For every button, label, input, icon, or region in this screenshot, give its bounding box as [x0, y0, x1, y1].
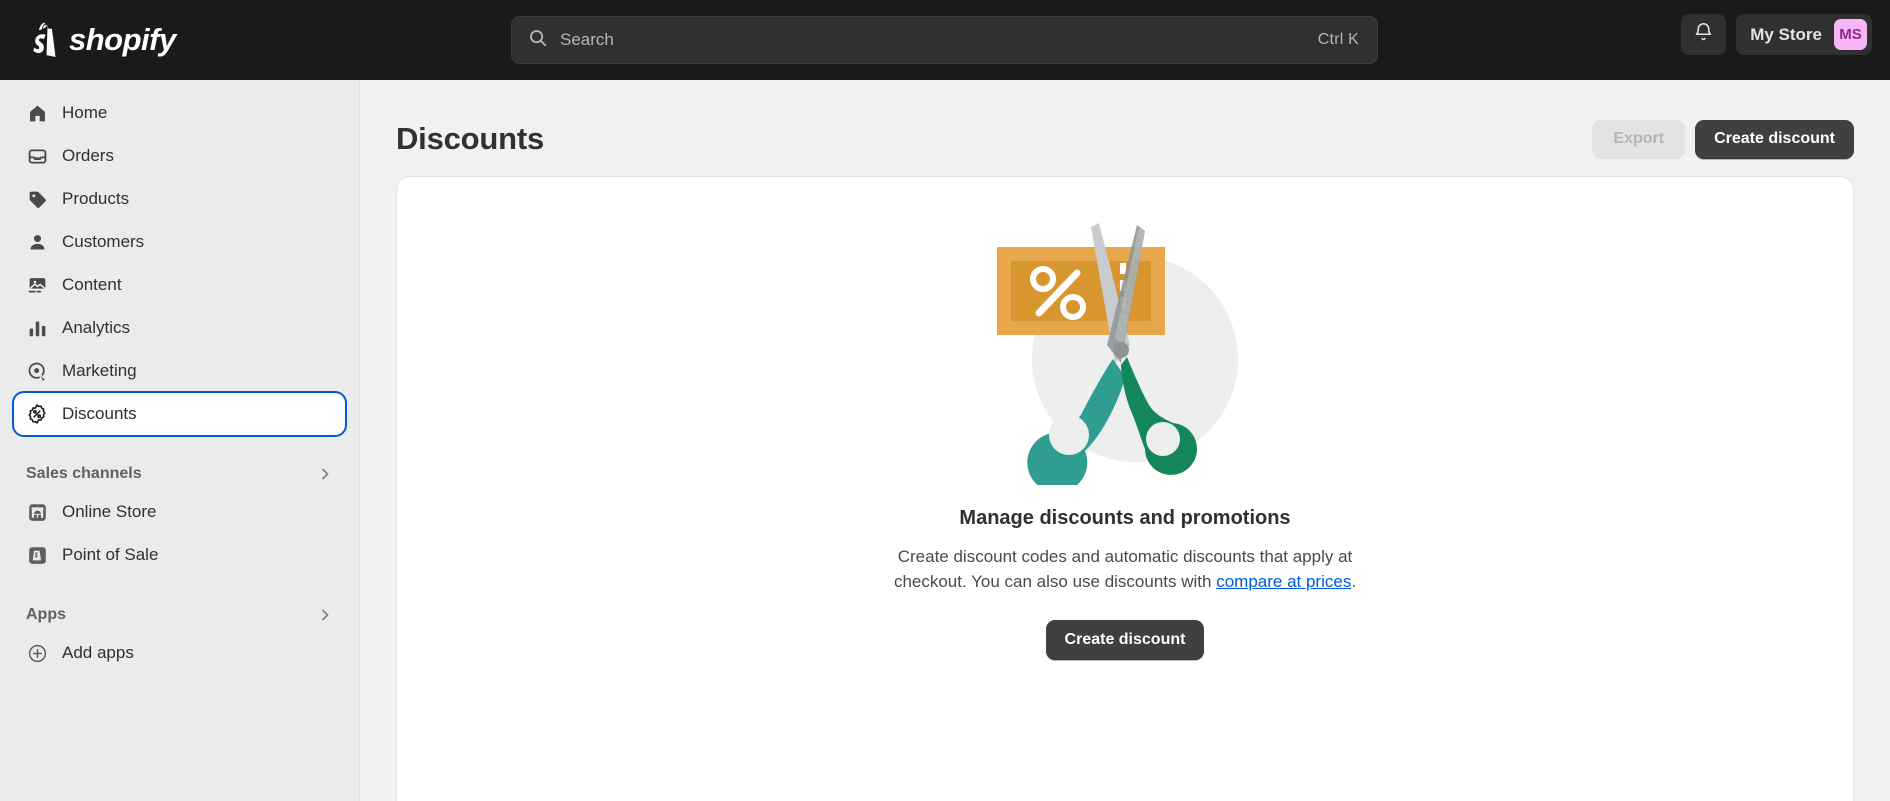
top-bar-right: My Store MS: [1681, 14, 1872, 55]
sidebar-item-online-store[interactable]: Online Store: [14, 491, 345, 533]
chevron-right-icon[interactable]: [317, 607, 333, 623]
top-bar: shopify Search Ctrl K My Store MS: [0, 0, 1890, 80]
sidebar-item-discounts[interactable]: Discounts: [14, 393, 345, 435]
shopify-bag-icon: [26, 22, 59, 59]
discounts-card: Manage discounts and promotions Create d…: [396, 176, 1854, 801]
sidebar-section-label: Sales channels: [26, 465, 142, 482]
search-placeholder: Search: [560, 30, 614, 49]
global-search[interactable]: Search Ctrl K: [511, 16, 1378, 64]
main-content: Discounts Export Create discount Manage …: [360, 80, 1890, 801]
tag-icon: [26, 188, 48, 210]
sidebar-item-marketing[interactable]: Marketing: [14, 350, 345, 392]
sidebar-item-analytics[interactable]: Analytics: [14, 307, 345, 349]
shopify-wordmark: shopify: [69, 22, 176, 57]
scissors-coupon-illustration: [995, 217, 1255, 485]
empty-state-actions: Create discount: [1045, 620, 1205, 660]
point-of-sale-icon: [26, 544, 48, 566]
create-discount-cta-button[interactable]: Create discount: [1045, 620, 1205, 660]
sidebar-item-label: Point of Sale: [62, 545, 159, 564]
page-title: Discounts: [396, 121, 545, 156]
image-icon: [26, 274, 48, 296]
sidebar-section-label: Apps: [26, 606, 66, 623]
search-icon: [528, 28, 548, 53]
storefront-icon: [26, 501, 48, 523]
sidebar-item-label: Analytics: [62, 318, 131, 337]
empty-state: Manage discounts and promotions Create d…: [397, 217, 1853, 660]
sidebar-section-apps[interactable]: Apps: [14, 598, 345, 632]
sidebar-item-label: Orders: [62, 146, 114, 165]
sidebar-item-label: Customers: [62, 232, 145, 251]
shopify-logo[interactable]: shopify: [26, 22, 176, 59]
plus-circle-icon: [26, 642, 48, 664]
bar-chart-icon: [26, 317, 48, 339]
store-menu-button[interactable]: My Store MS: [1736, 14, 1872, 55]
sidebar-item-label: Home: [62, 103, 108, 122]
search-shortcut-hint: Ctrl K: [1317, 31, 1359, 48]
sidebar-item-home[interactable]: Home: [14, 92, 345, 134]
empty-state-title: Manage discounts and promotions: [959, 507, 1291, 529]
orders-inbox-icon: [26, 145, 48, 167]
sidebar-item-label: Online Store: [62, 502, 157, 521]
page-header: Discounts Export Create discount: [360, 80, 1890, 166]
sidebar-item-label: Discounts: [62, 404, 137, 423]
compare-at-prices-link[interactable]: compare at prices: [1216, 572, 1351, 591]
page-actions: Export Create discount: [1592, 119, 1854, 159]
bell-icon: [1693, 22, 1714, 48]
sidebar-item-label: Content: [62, 275, 122, 294]
export-button[interactable]: Export: [1592, 119, 1686, 159]
avatar: MS: [1834, 19, 1867, 50]
sidebar: Home Orders Products Customers Content A…: [0, 80, 360, 801]
sidebar-item-label: Products: [62, 189, 130, 208]
search-input[interactable]: Search Ctrl K: [511, 16, 1378, 64]
sidebar-item-products[interactable]: Products: [14, 178, 345, 220]
sidebar-item-add-apps[interactable]: Add apps: [14, 632, 345, 674]
store-name: My Store: [1750, 24, 1822, 44]
sidebar-item-orders[interactable]: Orders: [14, 135, 345, 177]
person-icon: [26, 231, 48, 253]
sidebar-item-content[interactable]: Content: [14, 264, 345, 306]
notifications-button[interactable]: [1681, 14, 1727, 55]
create-discount-button[interactable]: Create discount: [1695, 119, 1854, 159]
sidebar-section-sales-channels[interactable]: Sales channels: [14, 457, 345, 491]
target-cursor-icon: [26, 360, 48, 382]
home-icon: [26, 102, 48, 124]
empty-state-body-text-2: .: [1351, 572, 1357, 591]
empty-state-body: Create discount codes and automatic disc…: [860, 544, 1390, 594]
sidebar-item-label: Add apps: [62, 643, 134, 662]
discount-badge-icon: [26, 403, 48, 425]
sidebar-item-label: Marketing: [62, 361, 137, 380]
sidebar-item-point-of-sale[interactable]: Point of Sale: [14, 534, 345, 576]
chevron-right-icon[interactable]: [317, 466, 333, 482]
sidebar-item-customers[interactable]: Customers: [14, 221, 345, 263]
